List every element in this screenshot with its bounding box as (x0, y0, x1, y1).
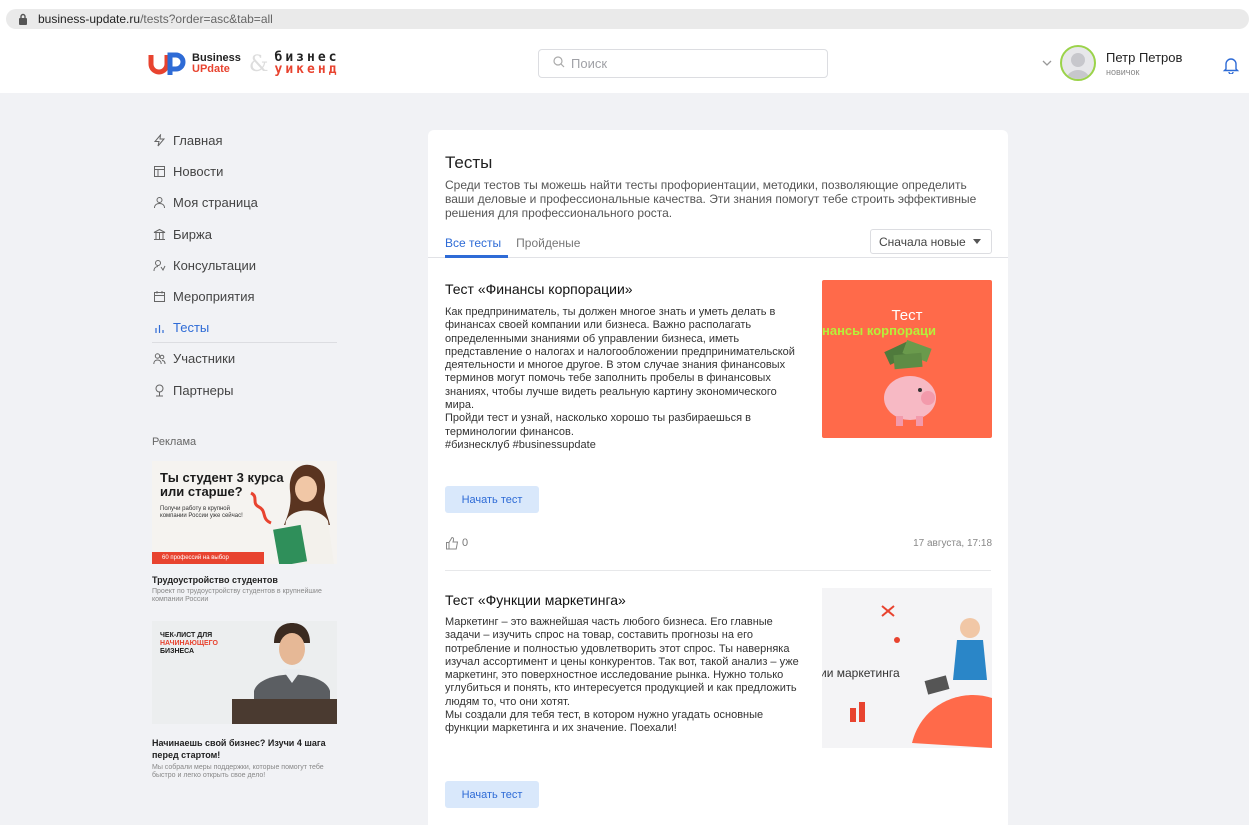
page-intro: Среди тестов ты можешь найти тесты профо… (445, 178, 977, 220)
test-image-marketing[interactable]: ии маркетинга (822, 588, 992, 748)
ad2-line3: БИЗНЕСА (160, 648, 195, 655)
sidebar-item-label: Мероприятия (173, 289, 255, 305)
user-name: Петр Петров (1106, 49, 1183, 65)
sidebar-item-label: Моя страница (173, 195, 258, 211)
logo-text-weekend: уикенд (274, 62, 340, 77)
like-count: 0 (462, 537, 469, 549)
user-menu[interactable]: Петр Петров новичок (1040, 45, 1182, 81)
test-divider (445, 570, 991, 571)
sidebar-item-label: Новости (173, 164, 224, 180)
sidebar-item-my-page[interactable]: Моя страница (152, 187, 337, 218)
newspaper-icon (152, 165, 166, 179)
sidebar-item-participants[interactable]: Участники (152, 343, 337, 374)
logo-ampersand: & (248, 51, 269, 77)
ad1-description: Проект по трудоустройству студентов в кр… (152, 588, 322, 603)
user-info: Петр Петров новичок (1106, 50, 1182, 77)
sidebar-item-label: Биржа (173, 226, 212, 242)
calendar-icon (152, 290, 166, 304)
tabs-divider (428, 257, 1008, 258)
like-button[interactable]: 0 (445, 536, 468, 550)
ad-banner-checklist[interactable]: ЧЕК-ЛИСТ ДЛЯ НАЧИНАЮЩЕГО БИЗНЕСА (152, 621, 337, 724)
exchange-icon (152, 227, 166, 241)
url-path: /tests?order=asc&tab=all (140, 12, 273, 26)
dropdown-arrow-icon (973, 239, 981, 244)
site-header: Business UPdate & бизнес уикенд Петр Пет… (0, 35, 1249, 93)
chart-icon (152, 320, 166, 334)
thumbs-up-icon (446, 536, 459, 550)
user-role: новичок (1106, 66, 1140, 77)
users-icon (152, 352, 166, 366)
marketing-illustration (850, 605, 992, 748)
sidebar-item-exchange[interactable]: Биржа (152, 219, 337, 250)
sidebar-item-partners[interactable]: Партнеры (152, 375, 337, 406)
sidebar-item-label: Партнеры (173, 382, 234, 398)
url-host: business-update.ru (38, 12, 141, 26)
sidebar-item-events[interactable]: Мероприятия (152, 281, 337, 312)
sidebar-item-label: Главная (173, 133, 223, 149)
search-box (538, 49, 828, 78)
browser-url-bar: business-update.ru/tests?order=asc&tab=a… (0, 0, 1249, 35)
test-date: 17 августа, 17:18 (913, 538, 992, 549)
consult-icon (152, 258, 166, 272)
site-logo[interactable]: Business UPdate & бизнес уикенд (148, 49, 339, 79)
avatar[interactable] (1060, 45, 1096, 81)
sidebar-item-home[interactable]: Главная (152, 125, 337, 156)
sort-select[interactable]: Сначала новые (870, 229, 992, 254)
logo-text-update: UPdate (192, 63, 230, 75)
test-description: Маркетинг – это важнейшая часть любого б… (445, 616, 799, 735)
test-title[interactable]: Тест «Финансы корпорации» (445, 281, 633, 297)
student-photo (273, 464, 334, 564)
tests-tabs: Все тесты Пройденые (445, 236, 595, 250)
test-image-finance[interactable]: Тест инансы корпораци (822, 280, 992, 438)
piggy-bank-icon (884, 340, 936, 426)
page-title: Тесты (445, 153, 493, 172)
test-title[interactable]: Тест «Функции маркетинга» (445, 592, 626, 608)
test-description: Как предприниматель, ты должен многое зн… (445, 306, 795, 451)
lock-icon (18, 13, 30, 25)
ad1-subtext: Получи работу в крупной компании России … (160, 506, 243, 519)
partner-icon (152, 383, 166, 397)
tests-card: Тесты Среди тестов ты можешь найти тесты… (428, 130, 1008, 825)
ad1-bar: 60 профессий на выбор (152, 552, 264, 564)
search-input[interactable] (571, 56, 811, 71)
lightning-icon (152, 134, 166, 148)
ad1-title[interactable]: Трудоустройство студентов (152, 575, 278, 585)
ads-label: Реклама (152, 436, 197, 448)
search-icon (553, 56, 565, 71)
address-field[interactable]: business-update.ru/tests?order=asc&tab=a… (6, 9, 1249, 29)
ad-banner-students[interactable]: Ты студент 3 курса или старше? Получи ра… (152, 461, 337, 564)
test-image-subtitle: инансы корпораци (822, 323, 937, 338)
sidebar-item-consultations[interactable]: Консультации (152, 250, 337, 281)
test-image-title: Тест (891, 307, 923, 324)
ad2-headline: ЧЕК-ЛИСТ ДЛЯ НАЧИНАЮЩЕГО БИЗНЕСА (160, 632, 218, 656)
user-icon (152, 196, 166, 210)
sidebar-item-label: Тесты (173, 319, 210, 335)
active-tab-indicator (445, 255, 508, 258)
start-test-button[interactable]: Начать тест (445, 781, 539, 808)
sort-select-value: Сначала новые (879, 234, 966, 249)
ad2-line1: ЧЕК-ЛИСТ ДЛЯ (160, 632, 213, 639)
sidebar-item-news[interactable]: Новости (152, 156, 337, 187)
ad2-title[interactable]: Начинаешь свой бизнес? Изучи 4 шага пере… (152, 737, 332, 761)
bell-icon[interactable] (1222, 56, 1240, 75)
logo-business-update: Business UPdate (192, 53, 241, 75)
ad2-description: Мы собрали меры поддержки, которые помог… (152, 764, 324, 779)
logo-mark-icon (148, 51, 186, 77)
tab-completed[interactable]: Пройденые (516, 236, 580, 250)
sidebar-item-label: Консультации (173, 257, 257, 273)
tab-all-tests[interactable]: Все тесты (445, 236, 501, 250)
chevron-down-icon[interactable] (1040, 56, 1054, 70)
businessman-photo (232, 623, 337, 724)
sidebar-item-tests[interactable]: Тесты (152, 312, 337, 344)
start-test-button[interactable]: Начать тест (445, 486, 539, 513)
logo-business-weekend: бизнес уикенд (274, 51, 340, 77)
sidebar-item-label: Участники (173, 351, 236, 367)
sidebar-nav: Главная Новости Моя страница Биржа Консу… (152, 125, 337, 406)
ad2-line2: НАЧИНАЮЩЕГО (160, 640, 218, 647)
